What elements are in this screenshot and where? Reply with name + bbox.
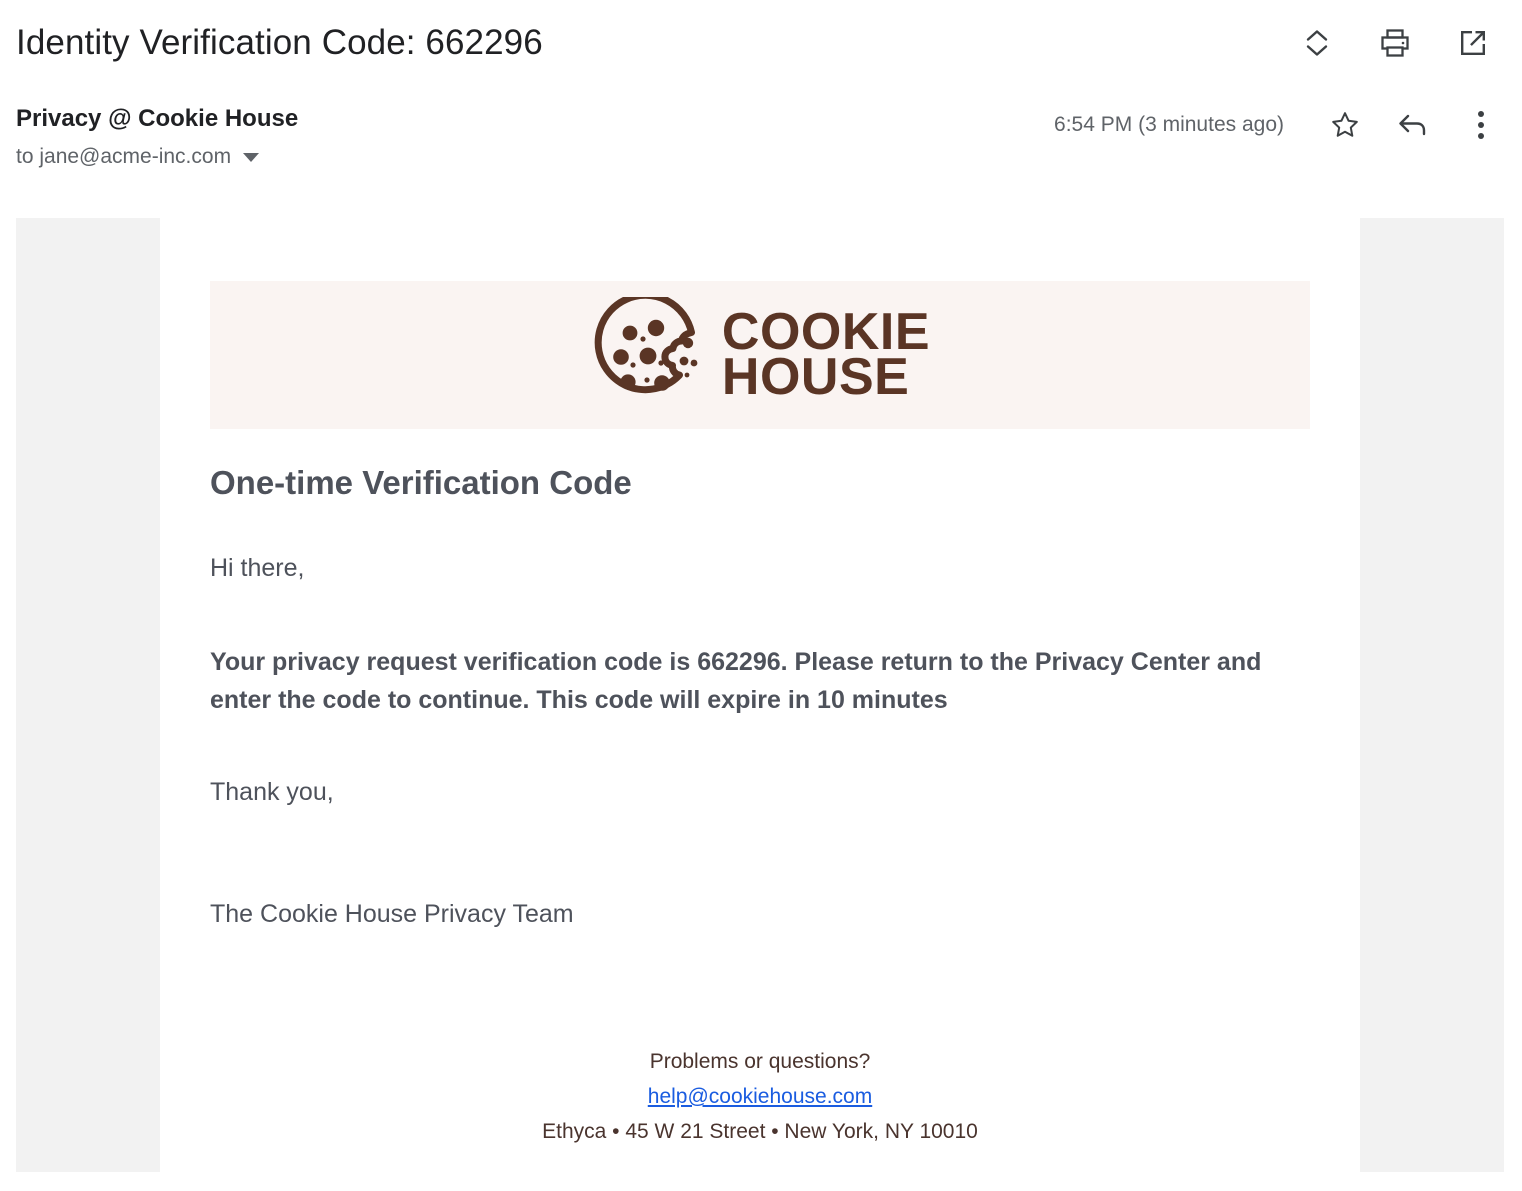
brand-lockup: COOKIE HOUSE bbox=[590, 297, 930, 413]
email-greeting: Hi there, bbox=[210, 554, 305, 582]
more-options-icon[interactable] bbox=[1464, 108, 1498, 142]
sender-name[interactable]: Privacy @ Cookie House bbox=[16, 104, 298, 134]
email-canvas: COOKIE HOUSE One-time Verification Code … bbox=[16, 218, 1504, 1172]
sender-block: Privacy @ Cookie House to jane@acme-inc.… bbox=[16, 104, 298, 170]
email-main-paragraph: Your privacy request verification code i… bbox=[210, 648, 1262, 714]
open-in-new-window-icon[interactable] bbox=[1456, 26, 1490, 60]
brand-wordmark-line2: HOUSE bbox=[721, 348, 910, 406]
brand-banner: COOKIE HOUSE bbox=[210, 281, 1310, 429]
window-actions bbox=[1300, 26, 1498, 60]
email-content-column: COOKIE HOUSE One-time Verification Code … bbox=[160, 218, 1360, 1172]
print-icon[interactable] bbox=[1378, 26, 1412, 60]
recipient-address: to jane@acme-inc.com bbox=[16, 145, 232, 168]
email-team-signature: The Cookie House Privacy Team bbox=[210, 900, 574, 928]
footer-question: Problems or questions? bbox=[649, 1050, 871, 1073]
message-header: Privacy @ Cookie House to jane@acme-inc.… bbox=[0, 86, 1522, 176]
cookie-logo-icon bbox=[594, 297, 698, 394]
expand-collapse-icon[interactable] bbox=[1300, 26, 1334, 60]
chevron-down-icon[interactable] bbox=[243, 152, 260, 162]
email-heading: One-time Verification Code bbox=[210, 464, 632, 501]
page-title: Identity Verification Code: 662296 bbox=[16, 23, 543, 62]
message-actions: 6:54 PM (3 minutes ago) bbox=[1054, 104, 1498, 142]
support-email-link[interactable]: help@cookiehouse.com bbox=[648, 1085, 872, 1108]
footer-address: Ethyca • 45 W 21 Street • New York, NY 1… bbox=[542, 1120, 978, 1143]
email-footer: Problems or questions? help@cookiehouse.… bbox=[210, 1044, 1310, 1149]
star-icon[interactable] bbox=[1328, 108, 1362, 142]
brand-wordmark: COOKIE HOUSE bbox=[721, 306, 930, 406]
reply-icon[interactable] bbox=[1396, 108, 1430, 142]
message-timestamp: 6:54 PM (3 minutes ago) bbox=[1054, 113, 1284, 136]
subject-bar: Identity Verification Code: 662296 bbox=[0, 0, 1522, 86]
email-body: One-time Verification Code Hi there, You… bbox=[210, 463, 1320, 933]
recipient-row[interactable]: to jane@acme-inc.com bbox=[16, 144, 298, 170]
email-signoff: Thank you, bbox=[210, 778, 334, 806]
